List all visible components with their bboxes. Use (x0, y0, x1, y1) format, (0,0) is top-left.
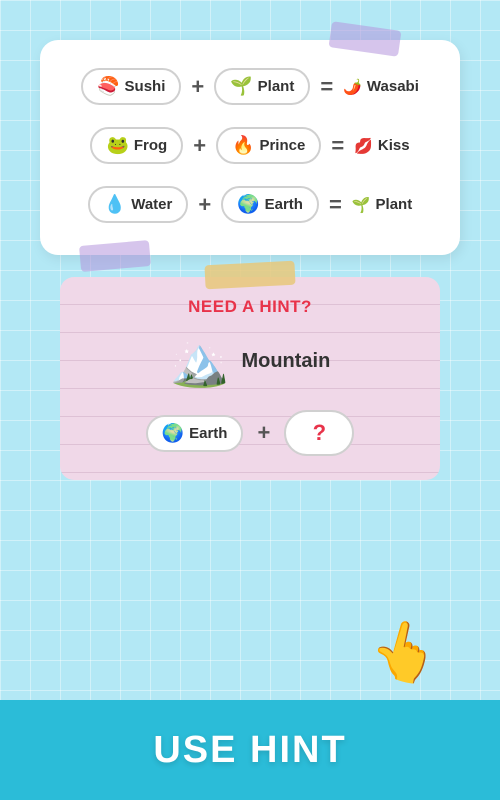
prince-label: Prince (259, 137, 305, 154)
bottom-bar[interactable]: USE HINT (0, 700, 500, 800)
plus-operator-2: + (193, 133, 206, 159)
pill-frog: 🐸 Frog (90, 127, 183, 164)
hint-question-pill[interactable]: ? (284, 410, 354, 456)
earth-label: Earth (265, 196, 303, 213)
hand-cursor: 👆 (363, 611, 447, 693)
equals-operator-1: = (320, 74, 333, 100)
hint-earth-pill[interactable]: 🌍 Earth (146, 415, 244, 452)
water-emoji: 💧 (104, 194, 126, 215)
result-wasabi: 🌶️ Wasabi (343, 78, 419, 96)
pill-prince: 🔥 Prince (216, 127, 321, 164)
kiss-label: Kiss (378, 137, 410, 154)
hint-earth-emoji: 🌍 (162, 423, 184, 444)
hint-title: NEED A HINT? (84, 297, 416, 317)
sushi-label: Sushi (125, 78, 166, 95)
bandage-tape (204, 261, 295, 290)
kiss-emoji: 💋 (354, 137, 373, 155)
water-label: Water (131, 196, 172, 213)
tape-decoration-bottom (79, 240, 151, 272)
wasabi-emoji: 🌶️ (343, 78, 362, 96)
equals-operator-3: = (329, 192, 342, 218)
plus-operator-3: + (198, 192, 211, 218)
hint-answer-display: 🏔️ Mountain (84, 333, 416, 390)
mountain-emoji: 🏔️ (170, 333, 230, 390)
plant-result-emoji: 🌱 (352, 196, 371, 214)
result-plant: 🌱 Plant (352, 196, 412, 214)
hint-card: NEED A HINT? 🏔️ Mountain 🌍 Earth + ? (60, 277, 440, 480)
equation-row-2: 🐸 Frog + 🔥 Prince = 💋 Kiss (64, 127, 436, 164)
use-hint-label: USE HINT (153, 729, 346, 772)
tape-decoration-top (329, 21, 402, 56)
frog-label: Frog (134, 137, 167, 154)
plant-result-label: Plant (376, 196, 413, 213)
hint-equation-row: 🌍 Earth + ? (84, 410, 416, 456)
plus-operator-1: + (191, 74, 204, 100)
hint-answer-label: Mountain (241, 350, 330, 373)
frog-emoji: 🐸 (106, 135, 128, 156)
earth-emoji: 🌍 (237, 194, 259, 215)
result-kiss: 💋 Kiss (354, 137, 409, 155)
hint-earth-label: Earth (189, 425, 227, 442)
pill-plant-1: 🌱 Plant (214, 68, 310, 105)
pill-water: 💧 Water (88, 186, 189, 223)
equals-operator-2: = (331, 133, 344, 159)
hint-plus-operator: + (257, 420, 270, 446)
question-mark: ? (313, 420, 326, 446)
prince-emoji: 🔥 (232, 135, 254, 156)
equation-row-1: 🍣 Sushi + 🌱 Plant = 🌶️ Wasabi (64, 68, 436, 105)
equations-card: 🍣 Sushi + 🌱 Plant = 🌶️ Wasabi 🐸 Frog + 🔥 (40, 40, 460, 255)
plant-label-1: Plant (258, 78, 295, 95)
plant-emoji-1: 🌱 (230, 76, 252, 97)
wasabi-label: Wasabi (367, 78, 419, 95)
main-content: 🍣 Sushi + 🌱 Plant = 🌶️ Wasabi 🐸 Frog + 🔥 (0, 0, 500, 800)
sushi-emoji: 🍣 (97, 76, 119, 97)
pill-earth: 🌍 Earth (221, 186, 319, 223)
pill-sushi: 🍣 Sushi (81, 68, 181, 105)
equation-row-3: 💧 Water + 🌍 Earth = 🌱 Plant (64, 186, 436, 223)
